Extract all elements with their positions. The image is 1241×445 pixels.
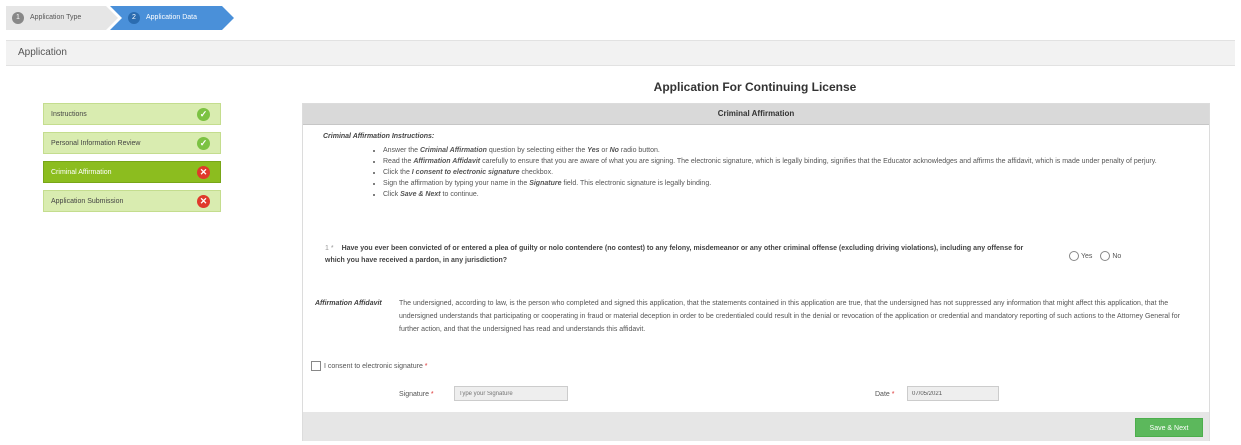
step-number-badge: 2 [128,12,140,24]
criminal-affirmation-panel: Criminal Affirmation Criminal Affirmatio… [302,103,1210,441]
wizard-step-application-data[interactable]: 2 Application Data [110,6,234,30]
x-circle-icon: ✕ [197,166,210,179]
sidebar-item-application-submission[interactable]: Application Submission ✕ [43,190,221,212]
no-radio[interactable] [1100,251,1111,261]
panel-footer: Save & Next [303,412,1209,441]
instruction-text: field. This electronic signature is lega… [561,180,712,187]
date-field[interactable] [907,386,999,401]
date-label-row: Date * [875,391,894,398]
application-bar: Application [6,40,1235,66]
consent-label: I consent to electronic signature [324,362,423,370]
instructions-title: Criminal Affirmation Instructions: [323,133,435,140]
date-label: Date [875,391,890,398]
instruction-text: radio button. [618,147,660,154]
instruction-text: checkbox. [519,169,554,176]
sidebar-menu: Instructions ✓ Personal Information Revi… [43,103,221,219]
consent-row: I consent to electronic signature * [311,361,428,371]
x-circle-icon: ✕ [197,195,210,208]
instruction-item: Click the I consent to electronic signat… [383,167,1203,178]
step-label: Application Type [30,14,82,21]
signature-label: Signature [399,391,429,398]
instruction-text: Answer the [383,147,420,154]
instruction-item: Sign the affirmation by typing your name… [383,178,1203,189]
check-circle-icon: ✓ [197,108,210,121]
step-number-badge: 1 [12,12,24,24]
instruction-text: question by selecting either the [486,147,588,154]
step-label: Application Data [146,14,197,21]
application-bar-title: Application [18,47,67,58]
signature-input[interactable] [454,386,568,401]
wizard-step-application-type[interactable]: 1 Application Type [6,6,118,30]
sidebar-item-label: Instructions [51,111,87,118]
affirmation-affidavit: Affirmation Affidavit The undersigned, a… [315,297,1195,336]
instruction-emphasis: No [609,147,619,154]
instruction-item: Click Save & Next to continue. [383,189,1203,200]
instruction-emphasis: I consent to electronic signature [411,169,520,176]
question-marker: 1 * [325,245,334,252]
instruction-item: Answer the Criminal Affirmation question… [383,145,1203,156]
required-marker: * [430,391,434,398]
panel-header: Criminal Affirmation [303,104,1209,125]
instruction-emphasis: Affirmation Affidavit [413,158,481,165]
required-marker: * [424,362,428,370]
instruction-text: Sign the affirmation by typing your name… [383,180,530,187]
instruction-emphasis: Yes [587,147,600,154]
instruction-text: Read the [383,158,414,165]
instruction-text: Click the [383,169,412,176]
instruction-emphasis: Signature [529,180,562,187]
instruction-emphasis: Save & Next [400,191,441,198]
yes-radio[interactable] [1069,251,1079,261]
signature-label-row: Signature * [399,391,434,398]
instruction-emphasis: Criminal Affirmation [419,147,487,154]
sidebar-item-personal-information-review[interactable]: Personal Information Review ✓ [43,132,221,154]
check-circle-icon: ✓ [197,137,210,150]
instruction-text: Click [383,191,401,198]
instruction-text: or [599,147,610,154]
criminal-question: 1 * Have you ever been convicted of or en… [325,243,1025,267]
sidebar-item-label: Personal Information Review [51,140,141,147]
affidavit-text: The undersigned, according to law, is th… [399,300,1180,333]
question-radio-group: Yes No [1063,251,1121,261]
instructions-list: Answer the Criminal Affirmation question… [373,145,1203,200]
yes-radio-label: Yes [1081,252,1093,260]
sidebar-item-label: Criminal Affirmation [51,169,112,176]
sidebar-item-criminal-affirmation[interactable]: Criminal Affirmation ✕ [43,161,221,183]
save-next-button[interactable]: Save & Next [1135,418,1203,437]
sidebar-item-instructions[interactable]: Instructions ✓ [43,103,221,125]
sidebar-item-label: Application Submission [51,198,124,205]
affidavit-label: Affirmation Affidavit [315,300,382,307]
question-text: Have you ever been convicted of or enter… [325,245,1024,264]
page-title: Application For Continuing License [653,80,857,94]
no-radio-label: No [1112,252,1122,260]
consent-checkbox[interactable] [311,361,321,371]
instruction-item: Read the Affirmation Affidavit carefully… [383,156,1203,167]
required-marker: * [891,391,895,398]
instruction-text: to continue. [440,191,479,198]
instruction-text: carefully to ensure that you are aware o… [480,158,1157,165]
